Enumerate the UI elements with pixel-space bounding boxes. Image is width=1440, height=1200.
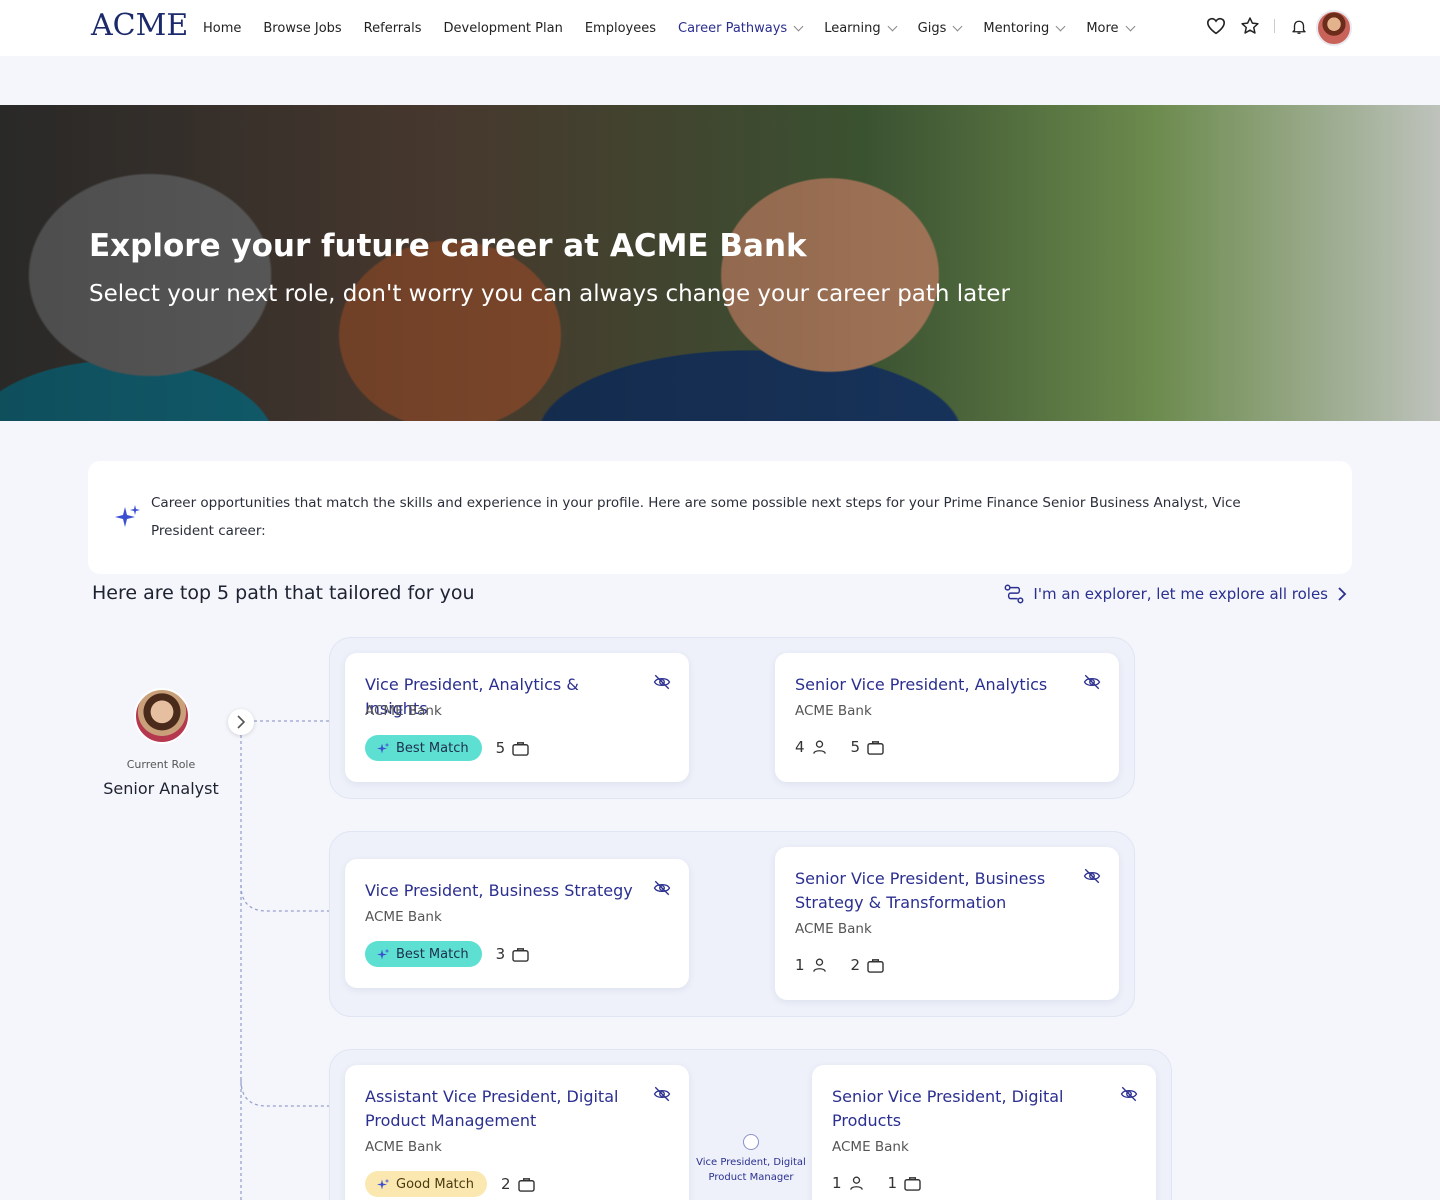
role-card[interactable]: Senior Vice President, Digital Products … (812, 1065, 1156, 1200)
nav-employees[interactable]: Employees (585, 21, 656, 36)
nav-browse-jobs[interactable]: Browse Jobs (263, 21, 341, 36)
hide-eye-icon[interactable] (653, 1085, 671, 1103)
briefcase-icon (512, 741, 529, 756)
heart-icon[interactable] (1204, 14, 1228, 38)
jobs-count: 1 (888, 1174, 922, 1192)
top-nav: ACME Home Browse Jobs Referrals Developm… (0, 0, 1440, 56)
current-role-avatar (134, 688, 190, 744)
hide-eye-icon[interactable] (653, 879, 671, 897)
role-company: ACME Bank (365, 703, 442, 719)
nav-more[interactable]: More (1086, 21, 1135, 36)
hero-banner: Explore your future career at ACME Bank … (0, 105, 1440, 421)
role-title: Vice President, Business Strategy (365, 881, 633, 900)
current-role-title: Senior Analyst (103, 779, 219, 798)
chevron-right-icon (237, 715, 246, 729)
info-text: Career opportunities that match the skil… (151, 495, 1241, 539)
chevron-down-icon (887, 21, 898, 31)
sparkle-icon (377, 742, 390, 753)
role-meta: Good Match 2 (365, 1171, 535, 1197)
jobs-count: 2 (501, 1175, 535, 1193)
explore-all-roles-link[interactable]: I'm an explorer, let me explore all role… (1003, 583, 1348, 605)
nav-home[interactable]: Home (203, 21, 241, 36)
role-company: ACME Bank (832, 1139, 909, 1155)
person-icon (812, 958, 826, 972)
hero-title: Explore your future career at ACME Bank (89, 228, 807, 264)
role-company: ACME Bank (365, 1139, 442, 1155)
jobs-count: 2 (851, 956, 885, 974)
sparkle-icon (377, 948, 390, 959)
briefcase-icon (867, 740, 884, 755)
person-icon (812, 740, 826, 754)
role-company: ACME Bank (365, 909, 442, 925)
match-badge: Best Match (365, 735, 482, 761)
briefcase-icon (867, 958, 884, 973)
role-card[interactable]: Vice President, Business Strategy ACME B… (345, 859, 689, 988)
people-count: 1 (832, 1174, 864, 1192)
nav-learning[interactable]: Learning (824, 21, 898, 36)
intermediate-role-label: Vice President, Digital Product Manager (696, 1157, 806, 1183)
role-meta: 1 2 (795, 956, 884, 974)
nav-mentoring[interactable]: Mentoring (983, 21, 1066, 36)
nav-icons (1204, 14, 1311, 38)
jobs-count: 5 (496, 739, 530, 757)
jobs-count: 3 (496, 945, 530, 963)
chevron-right-icon (1338, 587, 1347, 601)
match-badge: Good Match (365, 1171, 488, 1197)
role-title: Senior Vice President, Analytics (795, 675, 1048, 694)
chevron-down-icon (1055, 21, 1066, 31)
role-card[interactable]: Assistant Vice President, Digital Produc… (345, 1065, 689, 1200)
role-company: ACME Bank (795, 703, 872, 719)
hide-eye-icon[interactable] (1083, 867, 1101, 885)
role-meta: Best Match 5 (365, 735, 529, 761)
role-meta: 1 1 (832, 1174, 921, 1192)
info-card: Career opportunities that match the skil… (88, 461, 1352, 574)
nav-divider (1274, 19, 1275, 33)
bell-icon[interactable] (1287, 14, 1311, 38)
briefcase-icon (512, 947, 529, 962)
role-title: Assistant Vice President, Digital Produc… (365, 1087, 619, 1130)
role-card[interactable]: Vice President, Analytics & Insights ACM… (345, 653, 689, 782)
hide-eye-icon[interactable] (1120, 1085, 1138, 1103)
user-avatar[interactable] (1316, 10, 1352, 46)
role-meta: Best Match 3 (365, 941, 529, 967)
people-count: 1 (795, 956, 827, 974)
match-badge: Best Match (365, 941, 482, 967)
nav-gigs[interactable]: Gigs (918, 21, 963, 36)
briefcase-icon (904, 1176, 921, 1191)
people-count: 4 (795, 738, 827, 756)
role-company: ACME Bank (795, 921, 872, 937)
hero-subtitle: Select your next role, don't worry you c… (89, 281, 1010, 307)
nav-development-plan[interactable]: Development Plan (444, 21, 563, 36)
route-icon (1004, 584, 1024, 604)
sparkle-icon (377, 1178, 390, 1189)
star-icon[interactable] (1238, 14, 1262, 38)
section-title: Here are top 5 path that tailored for yo… (92, 582, 475, 604)
role-title: Senior Vice President, Business Strategy… (795, 869, 1046, 912)
nav-referrals[interactable]: Referrals (364, 21, 422, 36)
sparkle-icon (115, 505, 140, 527)
hide-eye-icon[interactable] (1083, 673, 1101, 691)
briefcase-icon (517, 1177, 535, 1192)
role-card[interactable]: Senior Vice President, Analytics ACME Ba… (775, 653, 1119, 782)
expand-paths-button[interactable] (228, 709, 254, 735)
role-meta: 4 5 (795, 738, 884, 756)
chevron-down-icon (1125, 21, 1135, 31)
role-title: Senior Vice President, Digital Products (832, 1087, 1064, 1130)
chevron-down-icon (793, 21, 804, 31)
hide-eye-icon[interactable] (653, 673, 671, 691)
nav-links: Home Browse Jobs Referrals Development P… (203, 0, 1135, 56)
acme-logo[interactable]: ACME (91, 8, 188, 43)
chevron-down-icon (952, 21, 963, 31)
role-card[interactable]: Senior Vice President, Business Strategy… (775, 847, 1119, 1000)
intermediate-role-node[interactable] (743, 1134, 759, 1150)
current-role-label: Current Role (126, 758, 196, 771)
jobs-count: 5 (851, 738, 885, 756)
person-icon (849, 1176, 863, 1190)
nav-career-pathways[interactable]: Career Pathways (678, 21, 804, 36)
